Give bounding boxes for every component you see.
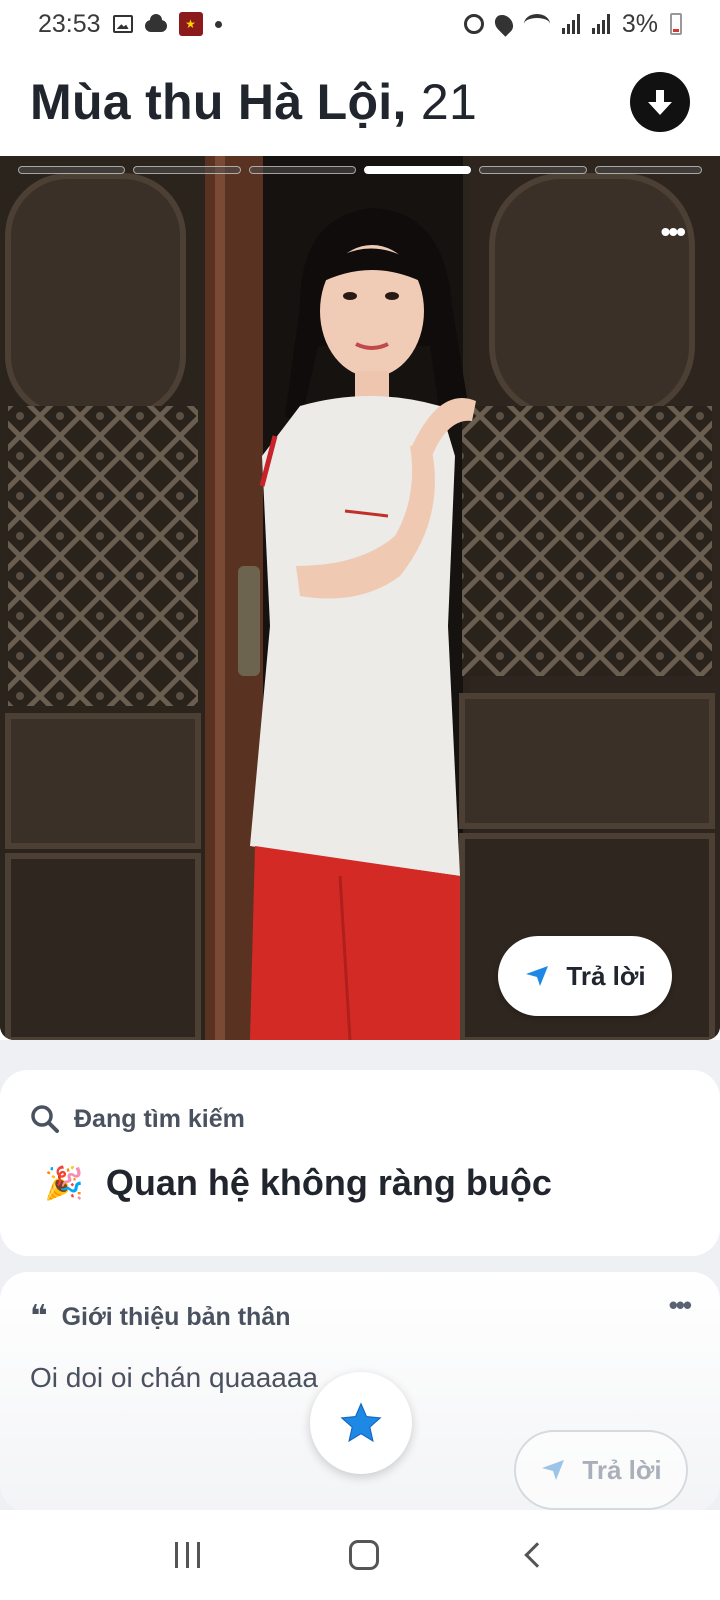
photo-reply-label: Trả lời [566, 960, 646, 991]
status-time: 23:53 [38, 9, 101, 38]
photo-more-icon[interactable]: ••• [661, 216, 686, 248]
photo-image [0, 156, 720, 1040]
looking-for-label: Đang tìm kiếm [74, 1104, 245, 1133]
bio-header: ❝ Giới thiệu bản thân [30, 1302, 690, 1332]
cloud-icon [144, 14, 167, 32]
profile-age: 21 [420, 74, 478, 130]
send-icon [542, 1460, 565, 1480]
location-icon [491, 11, 517, 37]
signal-2-icon [591, 14, 610, 34]
recent-apps-icon[interactable] [174, 1542, 200, 1568]
photo-progress [18, 166, 702, 174]
gallery-icon [112, 15, 133, 33]
photo-progress-segment [479, 166, 587, 174]
photo-progress-segment [18, 166, 126, 174]
profile-name: Mùa thu Hà Lội, [30, 74, 407, 130]
battery-percent: 3% [621, 9, 658, 38]
star-icon [340, 1402, 382, 1443]
photo-reply-button[interactable]: Trả lời [498, 936, 672, 1016]
photo-progress-segment [594, 166, 702, 174]
signal-icon [561, 14, 580, 34]
back-icon[interactable] [523, 1542, 550, 1568]
profile-photo[interactable]: ••• Trả lời [0, 156, 720, 1040]
arrow-down-icon [648, 90, 672, 115]
party-popper-icon: 🎉 [44, 1165, 84, 1201]
bio-label: Giới thiệu bản thân [61, 1302, 291, 1331]
looking-for-value: 🎉 Quan hệ không ràng buộc [30, 1162, 690, 1204]
app-notification-icon: ★ [178, 12, 203, 36]
system-nav-bar [0, 1510, 720, 1600]
more-notifications-dot-icon [214, 20, 222, 28]
photo-progress-segment [133, 166, 241, 174]
search-icon [31, 1105, 59, 1133]
home-icon[interactable] [348, 1540, 379, 1570]
bio-reply-button[interactable]: Trả lời [514, 1430, 688, 1510]
wifi-icon [523, 14, 550, 34]
profile-title: Mùa thu Hà Lội, 21 [30, 73, 477, 131]
bio-more-icon[interactable]: ••• [669, 1290, 692, 1321]
looking-for-card: Đang tìm kiếm 🎉 Quan hệ không ràng buộc [0, 1070, 720, 1256]
looking-for-header: Đang tìm kiếm [30, 1104, 690, 1134]
photo-progress-segment [248, 166, 356, 174]
photo-progress-segment-active [363, 166, 472, 174]
profile-header: Mùa thu Hà Lội, 21 [0, 48, 720, 156]
status-bar: 23:53 ★ 3% [0, 0, 720, 48]
status-right: 3% [463, 9, 682, 39]
battery-icon [670, 13, 682, 35]
looking-for-text: Quan hệ không ràng buộc [105, 1162, 552, 1203]
quote-icon: ❝ [30, 1300, 48, 1333]
status-left: 23:53 ★ [38, 10, 222, 39]
bio-reply-label: Trả lời [582, 1454, 662, 1485]
send-icon [526, 966, 549, 986]
collapse-profile-button[interactable] [630, 72, 690, 132]
alarm-icon [463, 14, 484, 34]
super-like-button[interactable] [310, 1372, 412, 1474]
